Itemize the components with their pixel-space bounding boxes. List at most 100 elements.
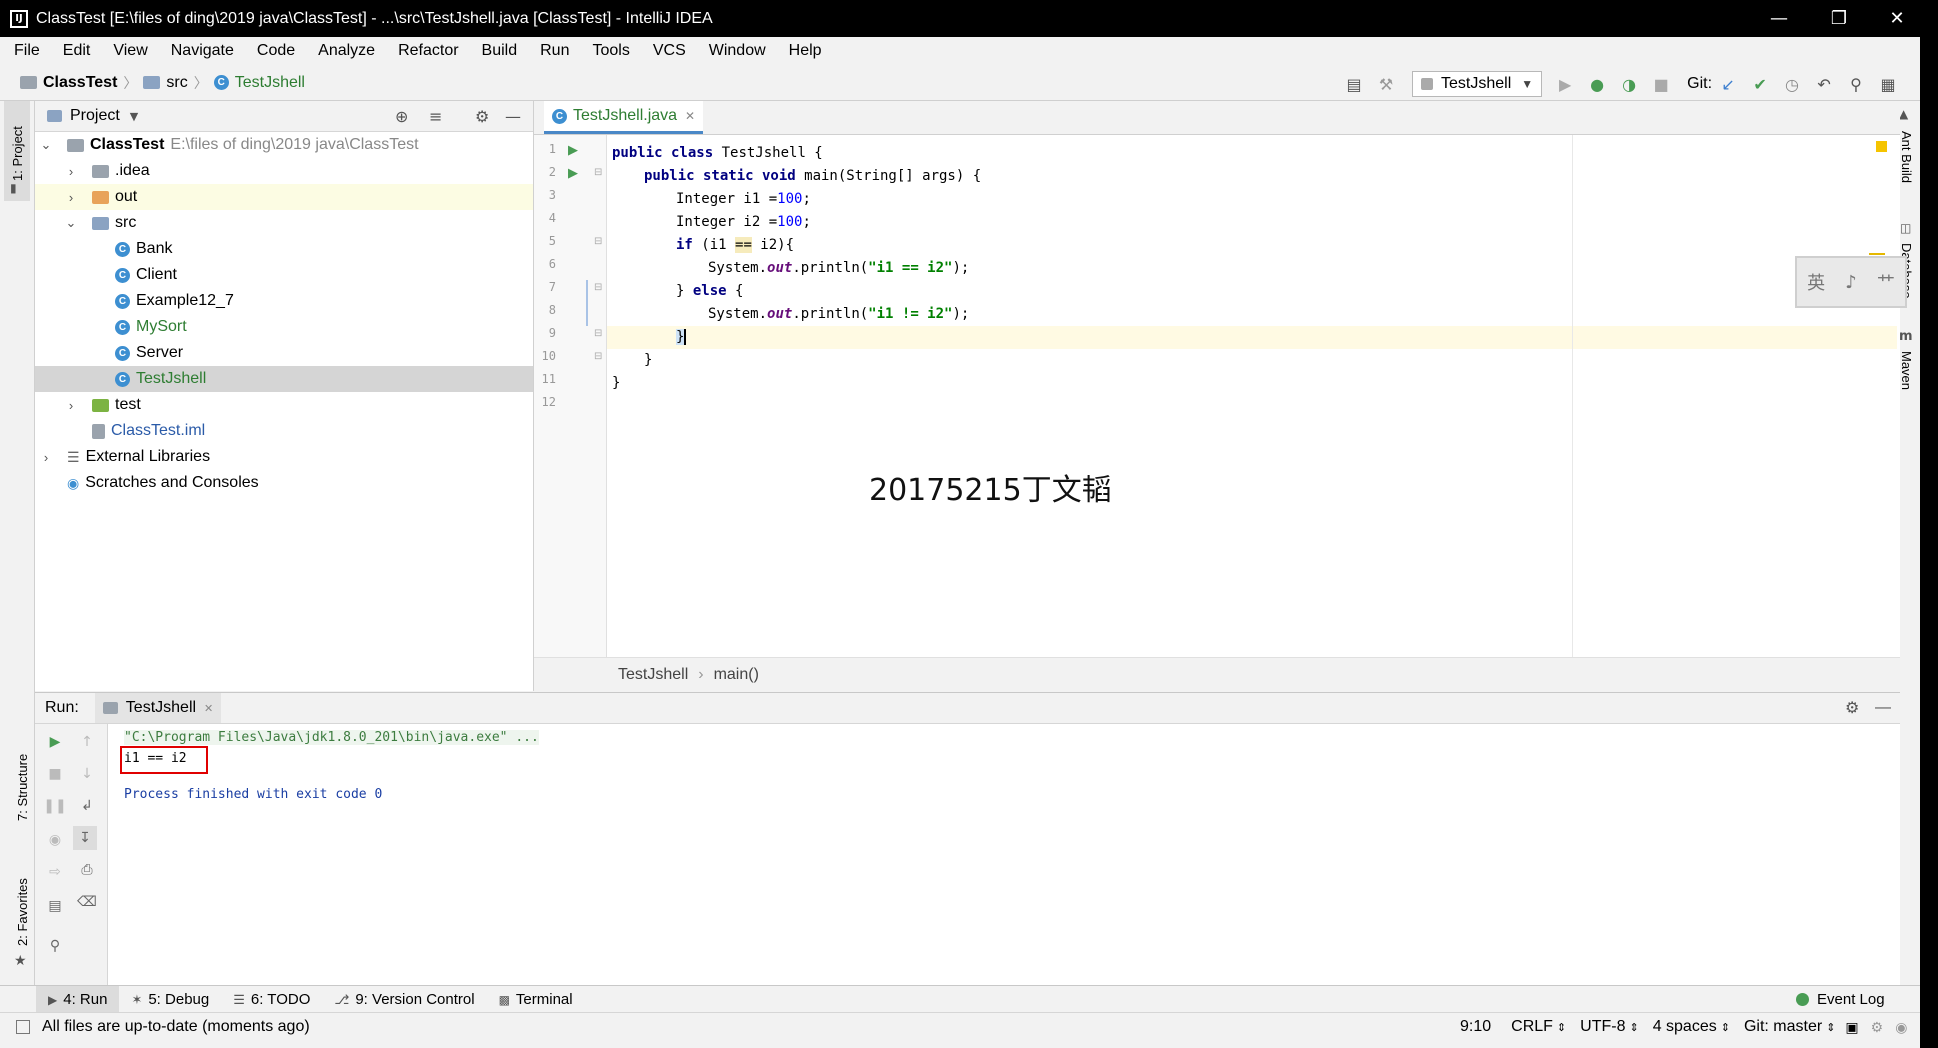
tree-item-mysort[interactable]: C MySort	[35, 314, 533, 340]
tool-tab-run[interactable]: ▶ 4: Run	[36, 986, 120, 1013]
run-config-select[interactable]: TestJshell ▼	[1412, 71, 1543, 97]
tree-item-example12-7[interactable]: C Example12_7	[35, 288, 533, 314]
breadcrumb-folder[interactable]: src	[166, 74, 187, 92]
git-branch[interactable]: Git: master	[1744, 1018, 1822, 1036]
minimize-icon[interactable]: —	[1750, 0, 1808, 37]
file-encoding[interactable]: UTF-8	[1580, 1018, 1625, 1036]
console-output[interactable]: "C:\Program Files\Java\jdk1.8.0_201\bin\…	[108, 724, 1898, 986]
chevron-right-icon[interactable]: ›	[37, 450, 55, 465]
tool-tab-debug[interactable]: ✶ 5: Debug	[119, 986, 221, 1013]
editor-tab-testjshell[interactable]: C TestJshell.java ✕	[544, 101, 704, 134]
line-separator[interactable]: CRLF	[1511, 1018, 1553, 1036]
hammer-icon[interactable]: ⚒	[1375, 73, 1397, 95]
menu-code[interactable]: Code	[243, 42, 304, 60]
chevron-down-icon[interactable]: ▼	[130, 110, 138, 123]
ime-lang[interactable]: 英	[1807, 269, 1825, 295]
close-icon[interactable]: ✕	[1868, 0, 1920, 37]
login-icon[interactable]: ⇨	[43, 860, 67, 884]
menu-refactor[interactable]: Refactor	[384, 42, 467, 60]
layout-icon[interactable]: ▤	[43, 894, 67, 918]
arrow-down-icon[interactable]: ↓	[75, 762, 99, 786]
arrow-up-icon[interactable]: ↑	[75, 730, 99, 754]
fold-icon[interactable]: ⊟	[594, 236, 602, 247]
menu-vcs[interactable]: VCS	[639, 42, 695, 60]
layout-icon[interactable]: ▤	[1343, 73, 1365, 95]
stop-icon[interactable]: ■	[43, 762, 67, 786]
soft-wrap-icon[interactable]: ↲	[75, 794, 99, 818]
maven-label[interactable]: Maven	[1899, 351, 1914, 390]
tree-item-scratches[interactable]: ◉ Scratches and Consoles	[35, 470, 533, 496]
indent-setting[interactable]: 4 spaces	[1653, 1018, 1717, 1036]
crumb-method[interactable]: main()	[714, 666, 759, 684]
rerun-icon[interactable]: ▶	[43, 730, 67, 754]
menu-window[interactable]: Window	[695, 42, 775, 60]
lock-icon[interactable]: ▣	[1845, 1019, 1858, 1036]
tree-item-bank[interactable]: C Bank	[35, 236, 533, 262]
tree-item-iml[interactable]: ClassTest.iml	[35, 418, 533, 444]
chevron-down-icon[interactable]: ⌄	[62, 215, 80, 231]
pin-icon[interactable]: ⚲	[43, 934, 67, 958]
history-icon[interactable]: ◷	[1781, 73, 1803, 95]
close-tab-icon[interactable]: ✕	[204, 702, 213, 715]
trash-icon[interactable]: ⌫	[75, 890, 99, 914]
pause-icon[interactable]: ❚❚	[43, 794, 67, 818]
tree-root[interactable]: ⌄ ClassTest E:\files of ding\2019 java\C…	[35, 132, 533, 158]
chevron-right-icon[interactable]: ›	[62, 398, 80, 413]
menu-analyze[interactable]: Analyze	[304, 42, 384, 60]
collapse-icon[interactable]: ≡	[429, 107, 442, 126]
hide-icon[interactable]: —	[505, 107, 521, 126]
chevron-down-icon[interactable]: ⌄	[37, 137, 55, 153]
coverage-icon[interactable]: ◑	[1618, 73, 1640, 95]
fold-icon[interactable]: ⊟	[594, 282, 602, 293]
chevron-right-icon[interactable]: ›	[62, 190, 80, 205]
gear-icon[interactable]: ⚙	[475, 107, 489, 126]
favorites-tool-label[interactable]: 2: Favorites	[15, 878, 30, 946]
tree-item-out[interactable]: › out	[35, 184, 533, 210]
search-icon[interactable]: ⚲	[1845, 73, 1867, 95]
locate-icon[interactable]: ⊕	[395, 107, 408, 126]
gear-icon[interactable]: ⚙	[1845, 698, 1859, 718]
print-icon[interactable]: ⎙	[75, 858, 99, 882]
tree-item-external-libraries[interactable]: › ☰ External Libraries	[35, 444, 533, 470]
fold-icon[interactable]: ⊟	[594, 351, 602, 362]
menu-build[interactable]: Build	[468, 42, 527, 60]
tree-item-test[interactable]: › test	[35, 392, 533, 418]
stop-icon[interactable]: ■	[1650, 73, 1672, 95]
warning-stripe[interactable]	[1869, 253, 1885, 255]
inspection-status-icon[interactable]	[1876, 141, 1887, 152]
menu-view[interactable]: View	[99, 42, 156, 60]
tree-item-src[interactable]: ⌄ src	[35, 210, 533, 236]
ant-build-label[interactable]: Ant Build	[1899, 131, 1914, 183]
run-tab-testjshell[interactable]: TestJshell ✕	[94, 693, 222, 723]
tree-item-testjshell[interactable]: C TestJshell	[35, 366, 533, 392]
git-update-icon[interactable]: ↙	[1717, 73, 1739, 95]
hide-icon[interactable]: —	[1875, 699, 1891, 717]
ime-settings[interactable]: ⺾	[1877, 269, 1895, 295]
run-gutter-icon[interactable]: ▶	[568, 166, 578, 181]
project-structure-icon[interactable]: ▦	[1877, 73, 1899, 95]
run-gutter-icon[interactable]: ▶	[568, 143, 578, 158]
status-toggle-icon[interactable]	[16, 1020, 30, 1034]
breadcrumb-project[interactable]: ClassTest	[43, 74, 117, 92]
caret-position[interactable]: 9:10	[1460, 1018, 1491, 1036]
chevron-right-icon[interactable]: ›	[62, 164, 80, 179]
menu-tools[interactable]: Tools	[578, 42, 638, 60]
scroll-to-end-icon[interactable]: ↧	[73, 826, 97, 850]
debug-icon[interactable]: ●	[1586, 73, 1608, 95]
git-commit-icon[interactable]: ✔	[1749, 73, 1771, 95]
tool-tab-terminal[interactable]: ▩ Terminal	[487, 986, 585, 1013]
menu-help[interactable]: Help	[775, 42, 831, 60]
fold-icon[interactable]: ⊟	[594, 328, 602, 339]
menu-file[interactable]: File	[0, 42, 49, 60]
menu-edit[interactable]: Edit	[49, 42, 100, 60]
structure-tool-label[interactable]: 7: Structure	[15, 754, 30, 821]
revert-icon[interactable]: ↶	[1813, 73, 1835, 95]
crumb-class[interactable]: TestJshell	[618, 666, 688, 684]
inspector-icon[interactable]: ⚙	[1871, 1019, 1884, 1036]
menu-navigate[interactable]: Navigate	[157, 42, 243, 60]
camera-icon[interactable]: ◉	[43, 828, 67, 852]
close-tab-icon[interactable]: ✕	[685, 109, 695, 123]
fold-icon[interactable]: ⊟	[594, 167, 602, 178]
restore-icon[interactable]: ❐	[1810, 0, 1868, 37]
tree-item-client[interactable]: C Client	[35, 262, 533, 288]
